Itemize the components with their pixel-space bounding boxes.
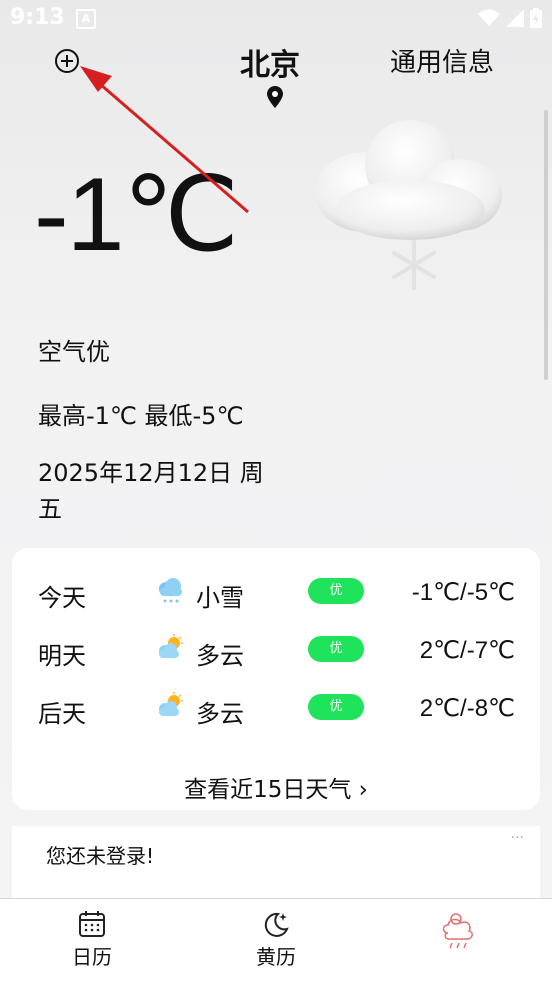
tab-almanac[interactable]: 黄历: [216, 909, 336, 970]
forecast-condition: 多云: [196, 700, 244, 728]
signal-icon: [506, 9, 524, 27]
forecast-range: -1℃/-5℃: [411, 579, 515, 606]
forecast-card: 今天 小雪 优 -1℃/-5℃ 明天 多云 优 2℃/-7℃ 后天 多云 优 2…: [12, 548, 540, 810]
partly-cloudy-icon: [159, 634, 183, 658]
scrollbar[interactable]: [544, 110, 548, 380]
general-info-link[interactable]: 通用信息: [390, 42, 494, 79]
status-bar: 9:13 A: [0, 0, 552, 36]
tab-calendar[interactable]: 日历: [32, 909, 152, 970]
forecast-day: 后天: [38, 700, 86, 728]
city-title[interactable]: 北京: [240, 40, 300, 84]
system-icons: [478, 8, 542, 28]
moon-stars-icon: [264, 912, 289, 937]
location-pin-icon: [267, 86, 283, 108]
add-city-button[interactable]: [50, 44, 84, 78]
wifi-icon: [478, 9, 500, 26]
forecast-day: 明天: [38, 642, 86, 670]
current-temperature: -1℃: [34, 157, 239, 273]
forecast-row-day-after[interactable]: 后天 多云 优 2℃/-8℃: [12, 690, 540, 730]
current-date: 2025年12月12日 周五: [38, 459, 264, 523]
view-15-day-link[interactable]: 查看近15日天气 ›: [12, 770, 540, 804]
forecast-row-today[interactable]: 今天 小雪 优 -1℃/-5℃: [12, 574, 540, 614]
tab-label: 黄历: [256, 945, 296, 969]
tab-weather[interactable]: [400, 909, 520, 955]
forecast-row-tomorrow[interactable]: 明天 多云 优 2℃/-7℃: [12, 632, 540, 672]
air-quality-label: 空气优: [38, 338, 110, 366]
forecast-range: 2℃/-7℃: [419, 637, 515, 664]
notification-icon: A: [76, 9, 96, 29]
light-snow-icon: [159, 578, 182, 603]
calendar-icon: [79, 911, 105, 937]
partly-cloudy-icon: [159, 692, 183, 716]
aq-badge: 优: [308, 636, 364, 662]
forecast-range: 2℃/-8℃: [419, 695, 515, 722]
aq-badge: 优: [308, 578, 364, 604]
high-low-temperature: 最高-1℃ 最低-5℃: [38, 402, 244, 430]
login-prompt-text: 您还未登录!: [46, 844, 155, 868]
forecast-day: 今天: [38, 584, 86, 612]
forecast-condition: 小雪: [196, 584, 244, 612]
tab-label: 日历: [72, 945, 112, 969]
battery-icon: [530, 8, 542, 28]
aq-badge: 优: [308, 694, 364, 720]
status-time: 9:13: [10, 5, 65, 30]
login-prompt-card[interactable]: 您还未登录! ···: [12, 826, 540, 900]
plus-circle-icon: [55, 49, 79, 73]
forecast-condition: 多云: [196, 642, 244, 670]
snow-cloud-icon: [315, 120, 502, 290]
bottom-tab-bar: 日历 黄历: [0, 899, 552, 983]
more-options-icon[interactable]: ···: [511, 830, 524, 846]
weather-tab-icon: [442, 913, 473, 949]
